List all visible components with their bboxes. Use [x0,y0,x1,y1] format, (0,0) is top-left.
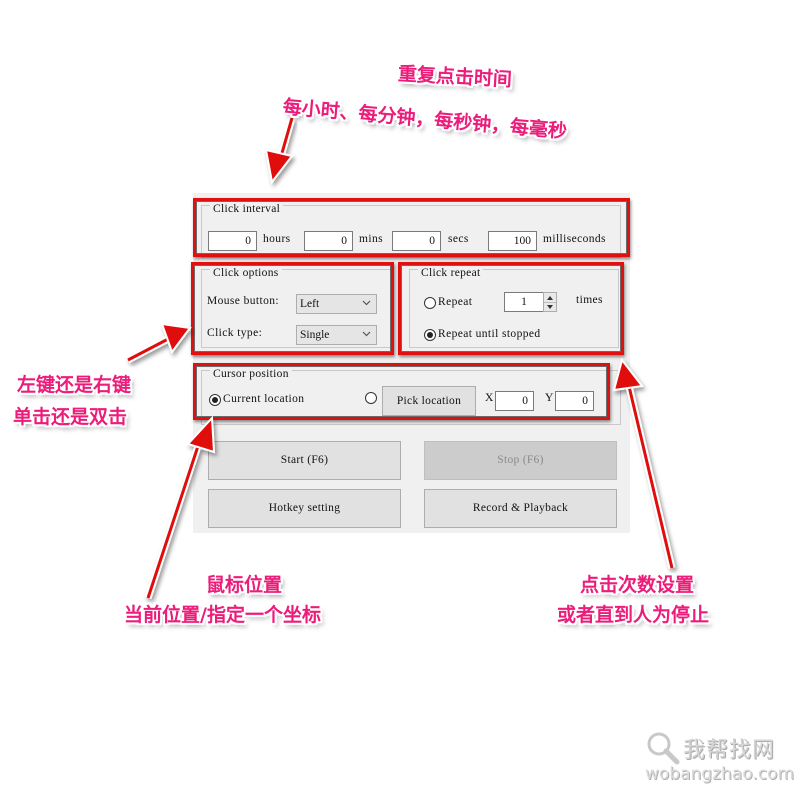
annotation-position-line1: 鼠标位置 [206,574,283,596]
arrow-to-interval-icon [264,117,296,185]
highlight-click-interval [193,198,630,257]
annotation-repeat-line1: 点击次数设置 [580,574,695,596]
annotation-options-line1: 左键还是右键 [17,374,132,396]
annotation-position-line2: 当前位置/指定一个坐标 [124,604,321,626]
start-button[interactable]: Start (F6) [208,441,401,480]
watermark-cn: 我帮找网 [683,738,776,763]
annotation-interval-title: 重复点击时间 [397,63,513,91]
annotation-options-line2: 单击还是双击 [13,406,128,428]
watermark-url: wobangzhao.com [645,764,795,784]
highlight-cursor-position [193,363,610,420]
annotation-repeat-line2: 或者直到人为停止 [557,604,710,626]
record-playback-button[interactable]: Record & Playback [424,489,617,528]
highlight-click-repeat [398,262,624,355]
hotkey-setting-button[interactable]: Hotkey setting [208,489,401,528]
highlight-click-options [191,262,394,355]
annotation-interval-detail: 每小时、每分钟，每秒钟，每毫秒 [281,96,568,143]
watermark: 我帮找网 wobangzhao.com [645,730,795,790]
arrow-to-options-icon [126,322,192,364]
magnifier-icon [647,732,680,765]
stop-button[interactable]: Stop (F6) [424,441,617,480]
